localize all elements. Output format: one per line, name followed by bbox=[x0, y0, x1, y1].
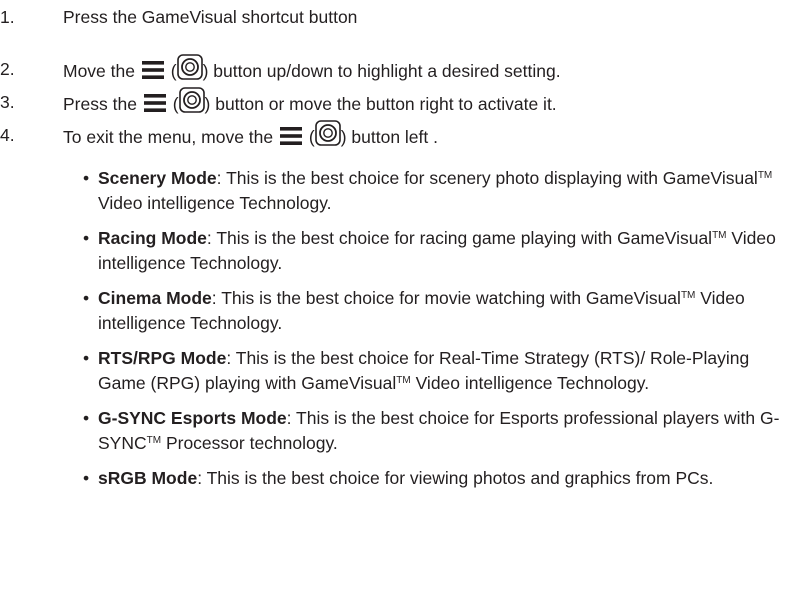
bullet-point: • bbox=[83, 348, 90, 368]
mode-item-racing: • Racing Mode: This is the best choice f… bbox=[83, 226, 783, 276]
mode-name: Cinema Mode bbox=[98, 288, 212, 308]
bullet-point: • bbox=[83, 228, 90, 248]
joystick-icon bbox=[314, 120, 341, 146]
bullet-point: • bbox=[83, 468, 90, 488]
step-number: 4. bbox=[0, 125, 15, 145]
paren-close: ) bbox=[202, 61, 209, 81]
mode-item-rts-rpg: • RTS/RPG Mode: This is the best choice … bbox=[83, 346, 783, 396]
trademark: TM bbox=[757, 170, 773, 181]
step-text-pre: To exit the menu, move the bbox=[63, 127, 274, 147]
trademark: TM bbox=[396, 375, 411, 386]
mode-description-end: Processor technology. bbox=[161, 433, 338, 453]
mode-name: Scenery Mode bbox=[98, 168, 217, 188]
joystick-icon bbox=[176, 54, 203, 80]
mode-description: : This is the best choice for racing gam… bbox=[206, 228, 713, 248]
step-number: 1. bbox=[0, 7, 15, 27]
step-number: 3. bbox=[0, 92, 15, 112]
joystick-icon bbox=[178, 87, 205, 113]
bullet-point: • bbox=[83, 408, 90, 428]
mode-description: : This is the best choice for viewing ph… bbox=[197, 468, 714, 488]
mode-name: G-SYNC Esports Mode bbox=[98, 408, 287, 428]
mode-item-cinema: • Cinema Mode: This is the best choice f… bbox=[83, 286, 783, 336]
bullet-point: • bbox=[83, 288, 90, 308]
menu-icon bbox=[141, 61, 164, 79]
mode-description: : This is the best choice for movie watc… bbox=[211, 288, 681, 308]
step-text-post: button left . bbox=[351, 127, 438, 147]
paren-close: ) bbox=[204, 94, 211, 114]
menu-icon bbox=[143, 94, 166, 112]
mode-description-end: Video intelligence Technology. bbox=[410, 373, 650, 393]
step-4: 4. To exit the menu, move the () button … bbox=[0, 120, 791, 150]
bullet-point: • bbox=[83, 168, 90, 188]
trademark: TM bbox=[146, 435, 162, 446]
paren-close: ) bbox=[340, 127, 347, 147]
mode-name: RTS/RPG Mode bbox=[98, 348, 227, 368]
mode-item-scenery: • Scenery Mode: This is the best choice … bbox=[83, 166, 783, 216]
mode-description: : This is the best choice for scenery ph… bbox=[216, 168, 758, 188]
mode-name: sRGB Mode bbox=[98, 468, 198, 488]
mode-item-g-sync-esports: • G-SYNC Esports Mode: This is the best … bbox=[83, 406, 783, 456]
mode-name: Racing Mode bbox=[98, 228, 207, 248]
step-text: Press the GameVisual shortcut button bbox=[63, 7, 358, 27]
mode-item-srgb: • sRGB Mode: This is the best choice for… bbox=[83, 466, 783, 491]
step-3: 3. Press the () button or move the butto… bbox=[0, 87, 791, 117]
mode-list: • Scenery Mode: This is the best choice … bbox=[83, 166, 783, 501]
step-1: 1. Press the GameVisual shortcut button bbox=[0, 2, 791, 32]
step-2: 2. Move the () button up/down to highlig… bbox=[0, 54, 791, 84]
step-text-post: button or move the button right to activ… bbox=[215, 94, 557, 114]
trademark: TM bbox=[680, 290, 696, 301]
step-text-pre: Press the bbox=[63, 94, 137, 114]
step-text-post: button up/down to highlight a desired se… bbox=[213, 61, 561, 81]
trademark: TM bbox=[712, 230, 727, 241]
step-text-pre: Move the bbox=[63, 61, 135, 81]
mode-description-end: Video intelligence Technology. bbox=[98, 193, 332, 213]
menu-icon bbox=[280, 127, 302, 145]
step-number: 2. bbox=[0, 59, 15, 79]
